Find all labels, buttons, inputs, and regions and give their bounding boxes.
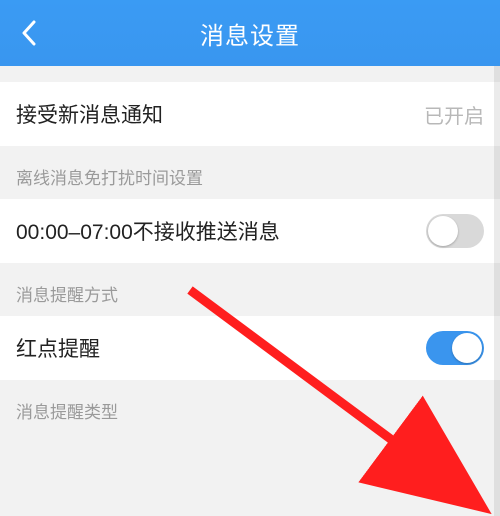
section-header-alert-type: 消息提醒类型 (0, 380, 500, 433)
back-button[interactable] (14, 18, 44, 48)
row-label: 红点提醒 (16, 333, 426, 363)
section-header-dnd: 离线消息免打扰时间设置 (0, 146, 500, 199)
row-red-dot-alert[interactable]: 红点提醒 (0, 316, 500, 380)
row-dnd-schedule[interactable]: 00:00–07:00不接收推送消息 (0, 199, 500, 263)
toggle-dnd[interactable] (426, 214, 484, 248)
row-label: 00:00–07:00不接收推送消息 (16, 216, 426, 246)
section-header-alert-mode: 消息提醒方式 (0, 263, 500, 316)
header-bar: 消息设置 (0, 0, 500, 66)
row-label: 接受新消息通知 (16, 99, 424, 129)
page-title: 消息设置 (0, 16, 500, 51)
row-value: 已开启 (424, 100, 484, 129)
scroll-indicator (494, 66, 500, 516)
row-accept-new-messages[interactable]: 接受新消息通知 已开启 (0, 82, 500, 146)
toggle-knob (428, 216, 458, 246)
toggle-red-dot[interactable] (426, 331, 484, 365)
gap (0, 66, 500, 82)
chevron-left-icon (21, 20, 37, 46)
toggle-knob (452, 333, 482, 363)
settings-screen: 消息设置 接受新消息通知 已开启 离线消息免打扰时间设置 00:00–07:00… (0, 0, 500, 516)
content: 接受新消息通知 已开启 离线消息免打扰时间设置 00:00–07:00不接收推送… (0, 66, 500, 433)
